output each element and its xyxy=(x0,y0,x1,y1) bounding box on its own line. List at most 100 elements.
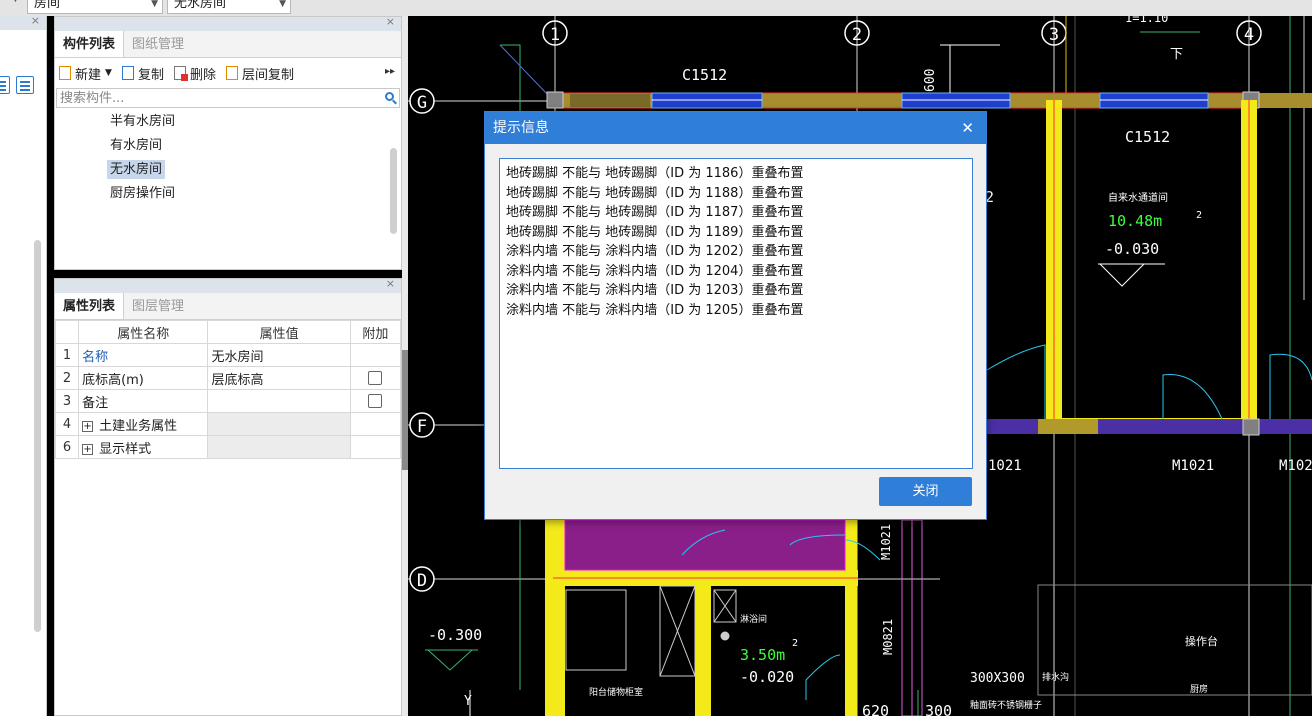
scrollbar[interactable] xyxy=(34,240,41,632)
room-elevation-label: -0.030 xyxy=(1105,240,1159,258)
close-icon[interactable]: × xyxy=(386,15,395,28)
message-list[interactable]: 地砖踢脚 不能与 地砖踢脚（ID 为 1186）重叠布置 地砖踢脚 不能与 地砖… xyxy=(499,158,973,469)
header-extra: 附加 xyxy=(349,320,402,344)
dim-600-label: 600 xyxy=(923,69,938,92)
property-value[interactable]: 无水房间 xyxy=(207,343,351,367)
dropdown-arrow-icon[interactable]: ▼ xyxy=(12,0,19,4)
table-row[interactable]: 4 + 土建业务属性 xyxy=(54,412,402,436)
chevron-down-icon: ▼ xyxy=(151,0,158,9)
scrollbar[interactable] xyxy=(390,148,397,234)
list-item[interactable]: 半有水房间 xyxy=(55,110,401,134)
axis-letter-f: F xyxy=(417,417,427,437)
extra-checkbox[interactable] xyxy=(368,371,383,385)
message-line: 地砖踢脚 不能与 地砖踢脚（ID 为 1186）重叠布置 xyxy=(506,166,804,181)
extra-cell xyxy=(349,435,402,459)
axis-bubble-g: G xyxy=(409,88,435,114)
list-item-label: 半有水房间 xyxy=(110,114,176,129)
component-combo[interactable]: 无水房间 ▼ xyxy=(167,0,291,14)
category-combo[interactable]: 房间 ▼ xyxy=(27,0,163,14)
tab-drawing-management[interactable]: 图纸管理 xyxy=(124,31,192,57)
floor-copy-button-label: 层间复制 xyxy=(241,67,294,83)
chevron-down-icon: ▼ xyxy=(105,68,112,78)
room-name-label: 厨房 xyxy=(1190,683,1208,695)
property-group[interactable]: + 土建业务属性 xyxy=(78,412,209,436)
extra-cell xyxy=(349,412,402,436)
extra-checkbox[interactable] xyxy=(368,394,383,408)
header-index xyxy=(54,320,80,344)
list-item[interactable]: 有水房间 xyxy=(55,134,401,158)
stair-label: 下 xyxy=(1170,47,1183,62)
extra-cell xyxy=(349,389,402,413)
close-icon[interactable]: ✕ xyxy=(961,112,974,144)
wall-f xyxy=(987,418,1312,436)
panel-header: × xyxy=(55,15,401,31)
close-icon[interactable]: × xyxy=(386,277,395,290)
extra-cell xyxy=(349,343,402,367)
floor-copy-button[interactable]: 层间复制 xyxy=(225,64,294,83)
table-row[interactable]: 6 + 显示样式 xyxy=(54,435,402,459)
area-superscript: 2 xyxy=(1196,210,1202,221)
property-name: 土建业务属性 xyxy=(99,418,178,434)
room-name-label: 操作台 xyxy=(1185,634,1218,648)
wall-g xyxy=(546,91,1312,109)
property-group[interactable]: + 显示样式 xyxy=(78,435,209,459)
close-icon[interactable]: × xyxy=(31,14,40,27)
row-number: 6 xyxy=(54,435,80,459)
message-dialog: 提示信息 ✕ 地砖踢脚 不能与 地砖踢脚（ID 为 1186）重叠布置 地砖踢脚… xyxy=(484,111,987,520)
delete-button[interactable]: 删除 xyxy=(173,64,216,83)
chevron-down-icon: ▼ xyxy=(279,0,286,9)
tab-component-list[interactable]: 构件列表 xyxy=(55,31,125,57)
component-toolbar: 新建 ▼ 复制 删除 层间复制 ▸▸ xyxy=(55,58,401,88)
property-value[interactable] xyxy=(207,389,351,413)
room-floor xyxy=(564,519,846,571)
copy-button[interactable]: 复制 xyxy=(121,64,164,83)
dimension-label: 620 xyxy=(862,702,889,716)
property-name: 底标高(m) xyxy=(78,366,209,390)
row-number: 2 xyxy=(54,366,80,390)
message-line: 涂料内墙 不能与 涂料内墙（ID 为 1205）重叠布置 xyxy=(506,302,804,318)
dialog-title: 提示信息 xyxy=(493,120,549,136)
expand-icon[interactable]: + xyxy=(82,443,94,455)
navigation-panel: × xyxy=(0,14,47,716)
property-table: 属性名称 属性值 附加 1 名称 无水房间 2 底标高(m) 层底标高 3 备注 xyxy=(54,320,402,459)
property-value xyxy=(207,412,351,436)
room-name-label: 淋浴间 xyxy=(740,613,767,625)
table-row[interactable]: 2 底标高(m) 层底标高 xyxy=(54,366,402,390)
new-button[interactable]: 新建 ▼ xyxy=(59,64,112,83)
more-icon[interactable]: ▸▸ xyxy=(385,66,395,77)
window-label-c1512: C1512 xyxy=(682,66,727,84)
header-value: 属性值 xyxy=(207,320,351,344)
component-tree: 半有水房间 有水房间 无水房间 厨房操作间 xyxy=(55,108,401,234)
door-label-vertical: M0821 xyxy=(881,619,895,655)
detail-view-icon[interactable] xyxy=(16,76,34,94)
table-row[interactable]: 3 备注 xyxy=(54,389,402,413)
delete-icon xyxy=(173,66,188,81)
room-name-label: 自来水通道间 xyxy=(1108,191,1168,204)
axis-bubble-d: D xyxy=(409,566,435,592)
list-item-label: 厨房操作间 xyxy=(110,186,176,201)
component-search[interactable] xyxy=(56,88,400,108)
expand-icon[interactable]: + xyxy=(82,420,94,432)
axis-letter-d: D xyxy=(417,571,427,591)
tile-size-label: 300X300 xyxy=(970,671,1025,686)
close-button[interactable]: 关闭 xyxy=(879,477,972,506)
message-line: 涂料内墙 不能与 涂料内墙（ID 为 1202）重叠布置 xyxy=(506,244,804,259)
list-item[interactable]: 厨房操作间 xyxy=(55,182,401,206)
elevation-label: -0.300 xyxy=(428,626,482,644)
tab-layer-management[interactable]: 图层管理 xyxy=(124,293,192,319)
door-label-m1021: M1021 xyxy=(1172,458,1214,474)
search-input[interactable] xyxy=(57,89,357,107)
property-value[interactable]: 层底标高 xyxy=(207,366,351,390)
table-row[interactable]: 1 名称 无水房间 xyxy=(54,343,402,367)
panel-header: × xyxy=(0,14,46,30)
elevation-label: -0.020 xyxy=(740,668,794,686)
list-item-selected[interactable]: 无水房间 xyxy=(55,158,401,182)
window-label-c1512: C1512 xyxy=(1125,128,1170,146)
tab-property-list[interactable]: 属性列表 xyxy=(55,293,125,319)
drain-label: 排水沟 xyxy=(1042,671,1069,683)
delete-button-label: 删除 xyxy=(189,67,216,83)
new-button-label: 新建 xyxy=(75,67,102,83)
dialog-title-bar[interactable]: 提示信息 ✕ xyxy=(485,112,986,144)
list-view-icon[interactable] xyxy=(0,76,10,94)
search-icon[interactable] xyxy=(385,92,394,101)
